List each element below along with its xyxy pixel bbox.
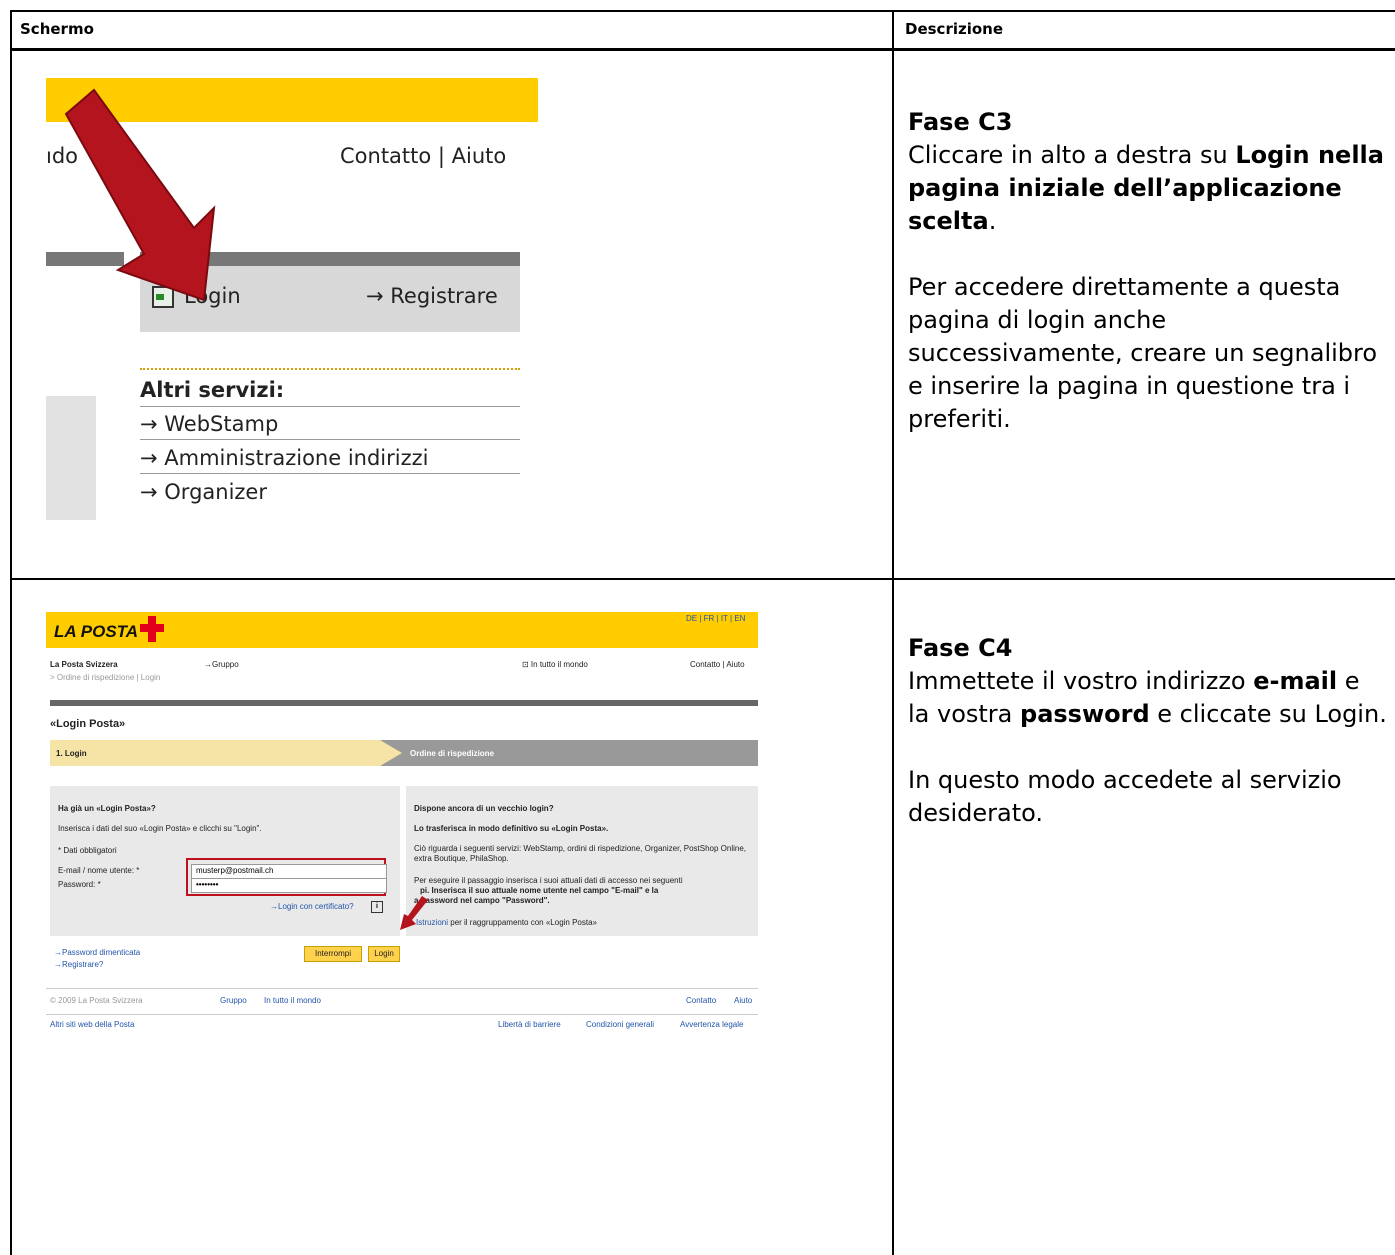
required-note: * Dati obbligatori — [58, 846, 117, 855]
email-field[interactable]: musterp@postmail.ch — [191, 864, 387, 879]
info-icon[interactable]: i — [371, 901, 383, 913]
legacy-instructions-2: pi. Inserisca il suo attuale nome utente… — [420, 886, 659, 895]
terms-link[interactable]: Condizioni generali — [586, 1020, 654, 1029]
other-sites-link[interactable]: Altri siti web della Posta — [50, 1020, 134, 1029]
step-title: Fase C4 — [908, 634, 1013, 662]
login-heading: Ha già un «Login Posta»? — [58, 804, 156, 813]
copyright: © 2009 La Posta Svizzera — [50, 996, 143, 1005]
footer-divider — [46, 988, 758, 989]
screenshot-login-link: ıdo Contatto | Aiuto Login → Registrare … — [46, 78, 538, 520]
login-intro: Inserisca i dati del suo «Login Posta» e… — [58, 824, 262, 833]
step-active-shape — [50, 740, 402, 766]
row-divider — [10, 578, 1395, 580]
footer-worldwide-link[interactable]: In tutto il mondo — [264, 996, 321, 1005]
step-c4-description: Fase C4 Immettete il vostro indirizzo e-… — [908, 632, 1388, 830]
header-description: Descrizione — [905, 20, 1004, 38]
contact-help-link[interactable]: Contatto | Aiuto — [690, 660, 745, 669]
legacy-subheading: Lo trasferisca in modo definitivo su «Lo… — [414, 824, 609, 833]
password-label: Password: * — [58, 880, 101, 889]
step-login: 1. Login — [56, 749, 87, 758]
legacy-instructions-3: a password nel campo "Password". — [414, 896, 550, 905]
step-forwarding: Ordine di rispedizione — [410, 749, 495, 758]
screenshot-login-page: LA POSTA DE | FR | IT | EN La Posta Sviz… — [46, 612, 762, 1072]
accessibility-link[interactable]: Libertà di barriere — [498, 1020, 561, 1029]
certificate-login-link[interactable]: →Login con certificato? — [270, 902, 354, 911]
footer-divider — [46, 1014, 758, 1015]
column-divider — [892, 10, 894, 1255]
password-field[interactable]: •••••••• — [191, 878, 387, 893]
header-screen: Schermo — [20, 20, 94, 38]
instructions-line: Istruzioni per il raggruppamento con «Lo… — [416, 918, 598, 927]
step-instruction: Cliccare in alto a destra su Login nella… — [908, 141, 1384, 235]
red-arrow-icon — [64, 88, 216, 302]
language-switch[interactable]: DE | FR | IT | EN — [686, 614, 745, 623]
group-link[interactable]: →Gruppo — [204, 660, 239, 669]
footer-help-link[interactable]: Aiuto — [734, 996, 752, 1005]
step-c3-description: Fase C3 Cliccare in alto a destra su Log… — [908, 106, 1388, 436]
page-title: «Login Posta» — [50, 718, 126, 730]
login-button[interactable]: Login — [368, 946, 400, 962]
brand-logo: LA POSTA — [54, 622, 139, 641]
register-link[interactable]: →Registrare? — [54, 960, 103, 969]
forgot-password-link[interactable]: →Password dimenticata — [54, 948, 140, 957]
step-instruction: Immettete il vostro indirizzo e-mail e l… — [908, 667, 1387, 728]
site-name[interactable]: La Posta Svizzera — [50, 660, 118, 669]
legacy-services-text: Ciò riguarda i seguenti servizi: WebStam… — [414, 844, 747, 863]
email-label: E-mail / nome utente: * — [58, 866, 140, 875]
breadcrumb: > Ordine di rispedizione | Login — [50, 673, 161, 682]
cancel-button[interactable]: Interrompi — [304, 946, 362, 962]
title-bar — [50, 700, 758, 706]
worldwide-link[interactable]: ⊡ In tutto il mondo — [522, 660, 588, 669]
legal-link[interactable]: Avvertenza legale — [680, 1020, 743, 1029]
red-arrow-icon — [400, 896, 428, 930]
legacy-heading: Dispone ancora di un vecchio login? — [414, 804, 554, 813]
swiss-cross-logo — [140, 614, 166, 644]
header-divider — [10, 48, 1395, 51]
step-note: In questo modo accedete al servizio desi… — [908, 766, 1342, 827]
footer-contact-link[interactable]: Contatto — [686, 996, 716, 1005]
footer-group-link[interactable]: Gruppo — [220, 996, 247, 1005]
step-note: Per accedere direttamente a questa pagin… — [908, 273, 1378, 433]
step-title: Fase C3 — [908, 108, 1013, 136]
legacy-instructions-1: Per eseguire il passaggio inserisca i su… — [414, 876, 683, 885]
